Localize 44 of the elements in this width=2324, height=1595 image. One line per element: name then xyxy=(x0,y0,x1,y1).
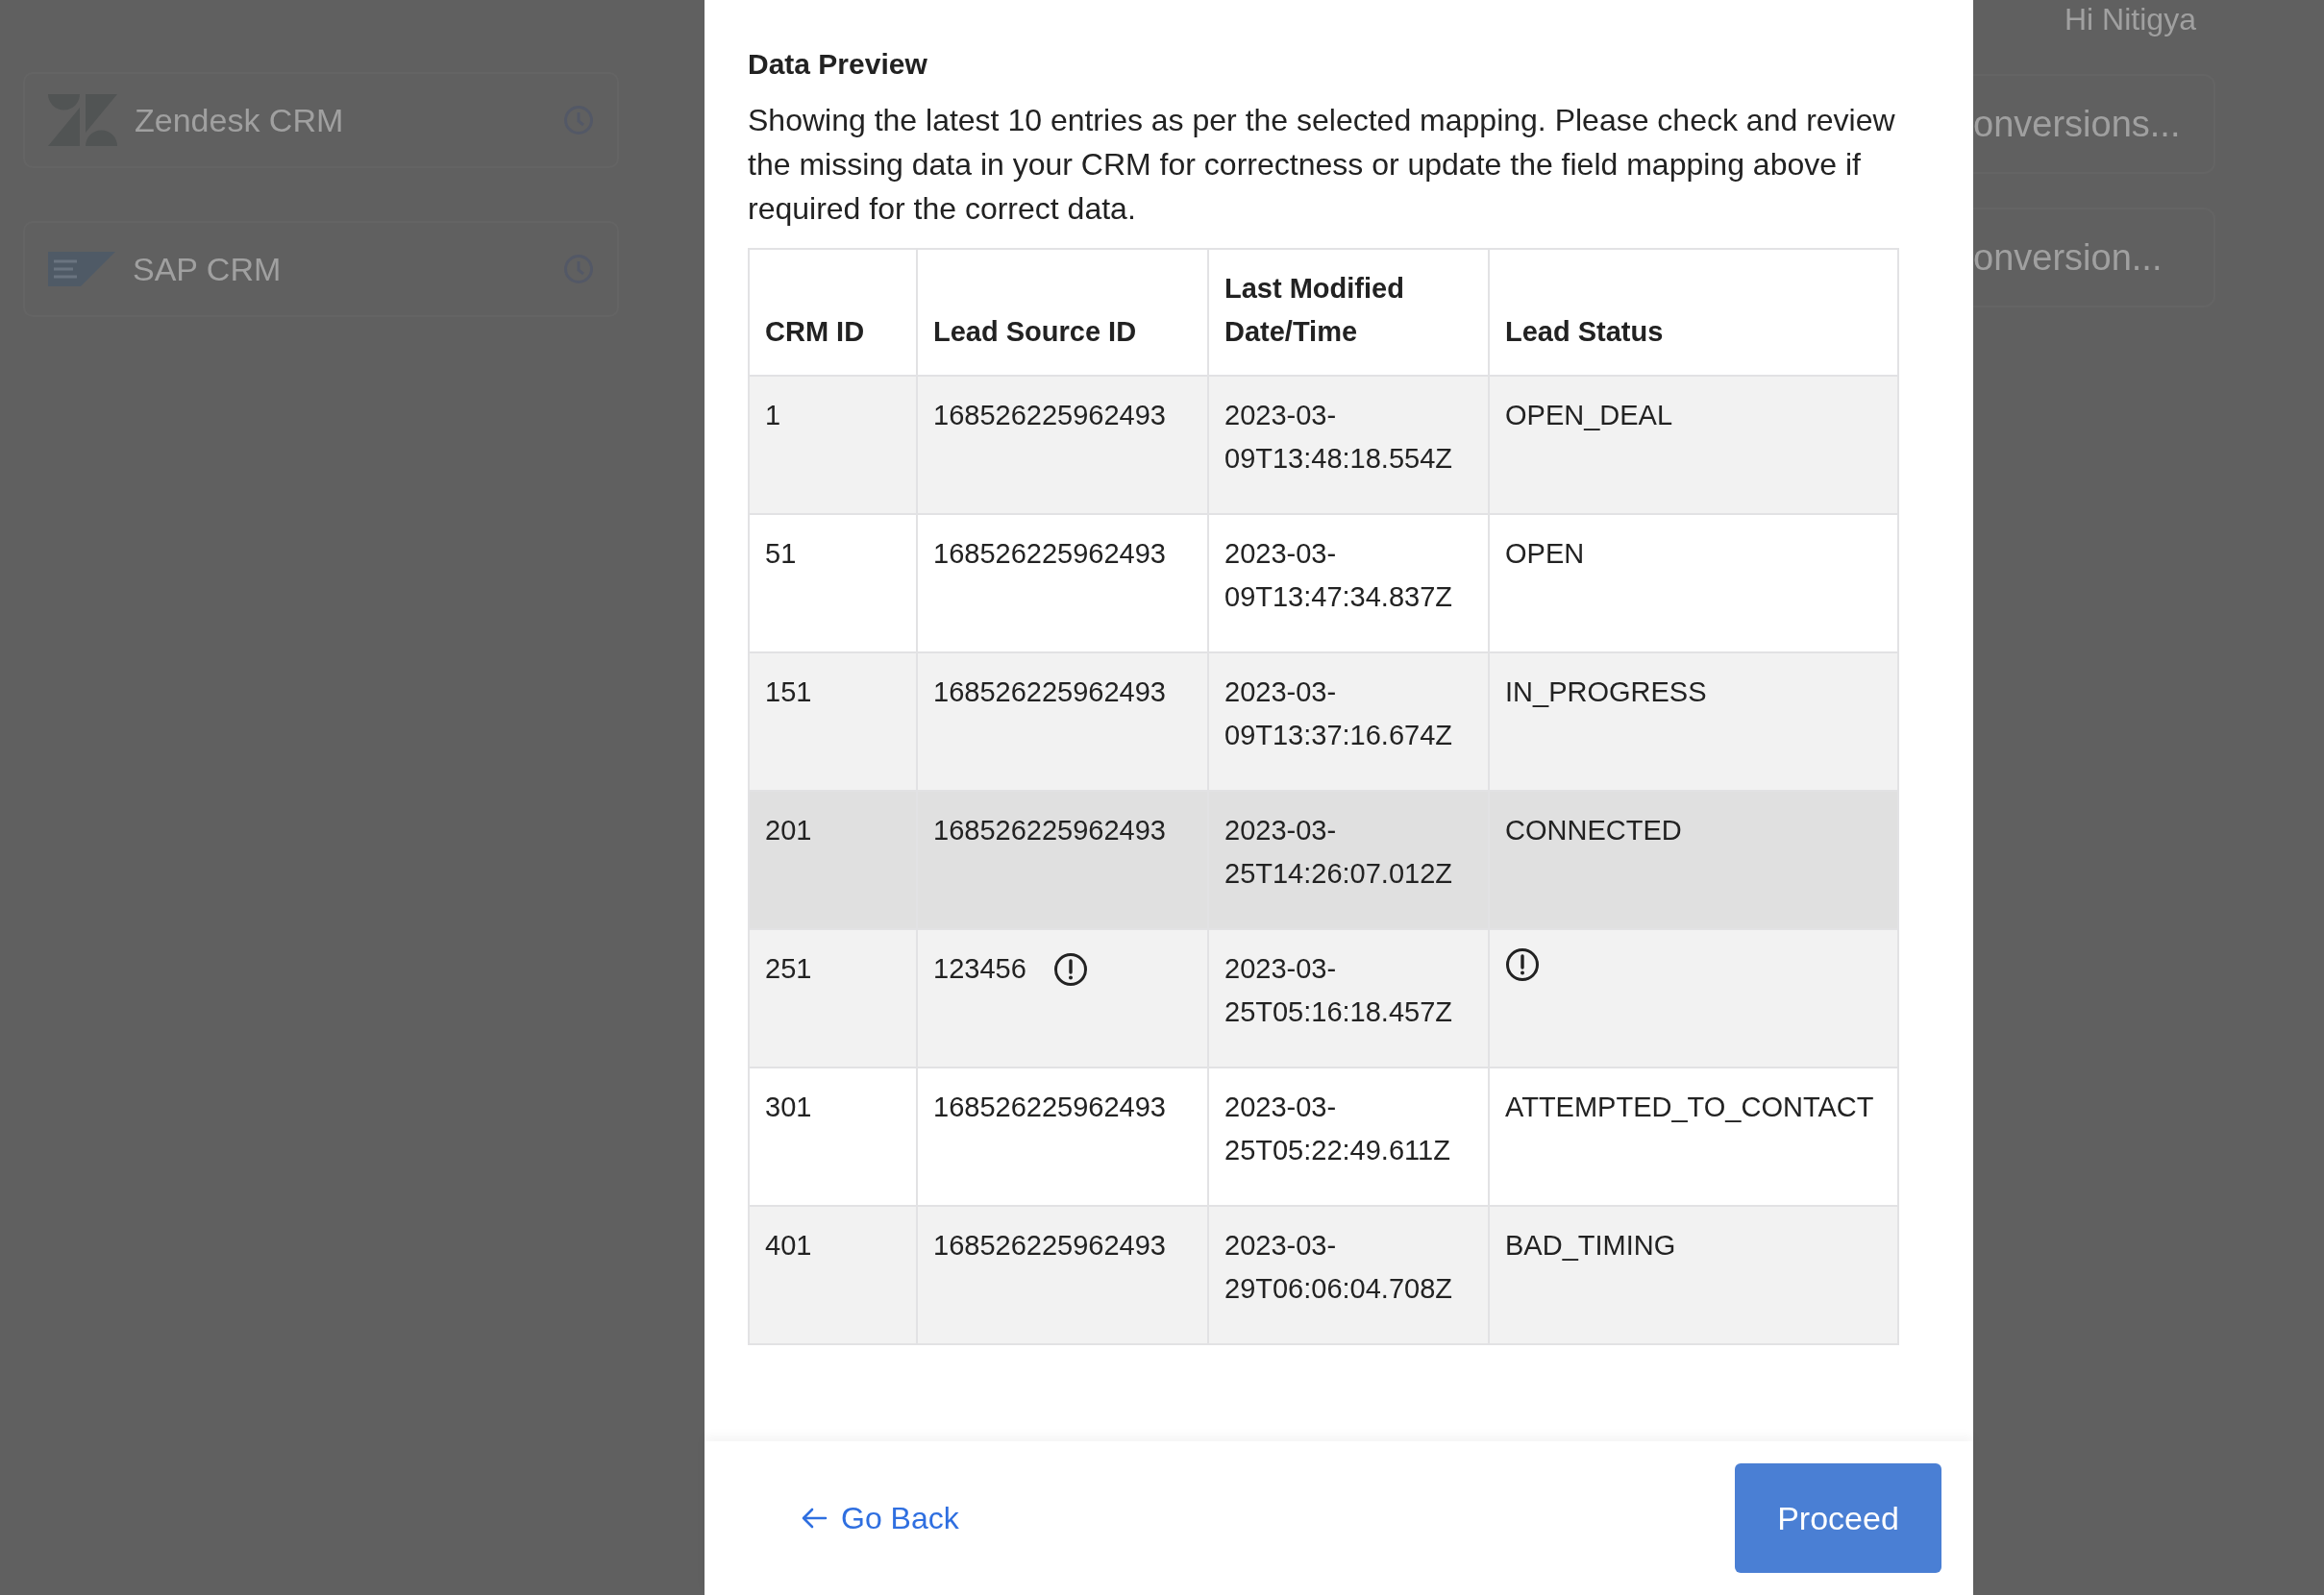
table-cell-text: 123456 xyxy=(933,952,1026,986)
table-cell-text: 2023-03-29T06:06:04.708Z xyxy=(1224,1229,1453,1306)
table-cell-text: OPEN xyxy=(1505,537,1585,571)
dialog-title: Data Preview xyxy=(748,48,928,81)
table-cell-text: 201 xyxy=(765,814,812,847)
proceed-button[interactable]: Proceed xyxy=(1735,1463,1941,1573)
table-cell-text: 2023-03-25T05:16:18.457Z xyxy=(1224,952,1453,1029)
table-cell-text: 151 xyxy=(765,675,812,709)
table-cell-text: 2023-03-09T13:48:18.554Z xyxy=(1224,399,1453,476)
crm-name: Zendesk CRM xyxy=(135,101,345,139)
column-header: Lead Source ID xyxy=(933,316,1137,347)
arrow-left-icon xyxy=(801,1507,828,1530)
table-cell-text: BAD_TIMING xyxy=(1505,1229,1676,1263)
table-cell-text: 2023-03-25T14:26:07.012Z xyxy=(1224,814,1453,891)
card-title: onversion... xyxy=(1973,236,2163,279)
table-cell-text: IN_PROGRESS xyxy=(1505,675,1707,709)
table-cell-text: 51 xyxy=(765,537,797,571)
table-cell-text: 1 xyxy=(765,399,781,432)
table-cell-text: 2023-03-09T13:37:16.674Z xyxy=(1224,675,1453,752)
table-cell-text: 168526225962493 xyxy=(933,675,1166,709)
table-cell-text: ATTEMPTED_TO_CONTACT xyxy=(1505,1091,1874,1124)
crm-card[interactable]: Zendesk CRM xyxy=(23,72,619,168)
column-header: CRM ID xyxy=(765,316,865,347)
card-title: onversions... xyxy=(1973,103,2181,145)
user-greeting[interactable]: Hi Nitigya xyxy=(2064,2,2324,37)
go-back-link[interactable]: Go Back xyxy=(801,1500,959,1536)
table-cell-text: CONNECTED xyxy=(1505,814,1682,847)
description-text: Showing the latest 10 entries as per the selected mapping. Please check and review the missing data in your CRM for correctness or update the field mapping above if required for the correct data. xyxy=(748,102,1896,228)
crm-name: SAP CRM xyxy=(133,250,283,288)
column-header: Last Modified Date/Time xyxy=(1224,273,1404,347)
table-cell-text: 2023-03-25T05:22:49.611Z xyxy=(1224,1091,1451,1167)
logo-icon xyxy=(48,252,115,286)
column-header: Lead Status xyxy=(1505,316,1664,347)
table-cell-text: 168526225962493 xyxy=(933,1229,1166,1263)
table-cell-text: 168526225962493 xyxy=(933,537,1166,571)
table-cell-text: 301 xyxy=(765,1091,812,1124)
crm-card[interactable]: SAP CRM xyxy=(23,221,619,317)
table-cell-text: 168526225962493 xyxy=(933,399,1166,432)
table-cell-text: 251 xyxy=(765,952,812,986)
table-cell-text: OPEN_DEAL xyxy=(1505,399,1673,432)
table-cell-text: 2023-03-09T13:47:34.837Z xyxy=(1224,537,1453,614)
table-cell-text: 168526225962493 xyxy=(933,1091,1166,1124)
table-cell-text: 401 xyxy=(765,1229,812,1263)
table-cell-text: 168526225962493 xyxy=(933,814,1166,847)
